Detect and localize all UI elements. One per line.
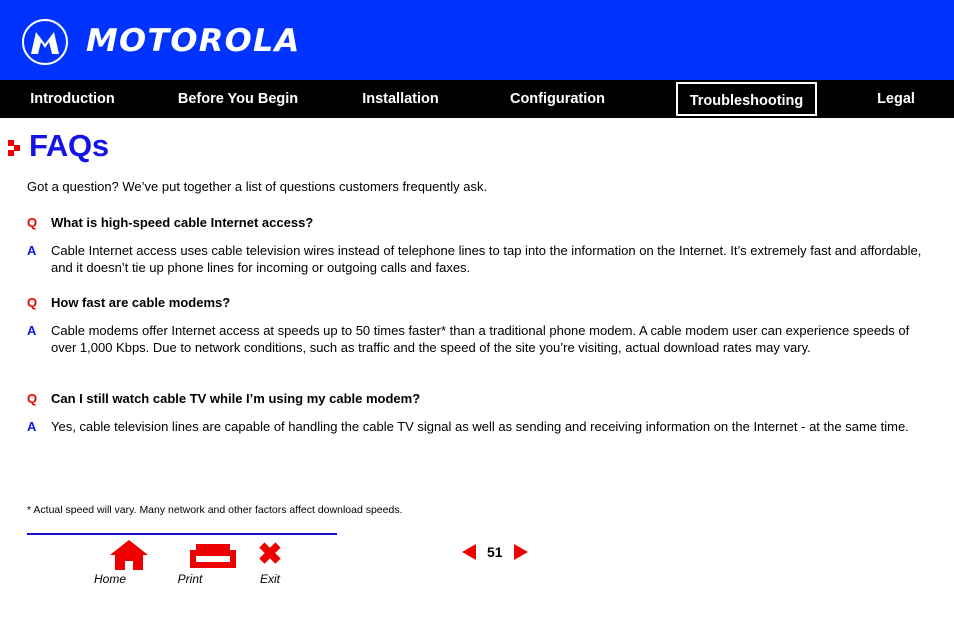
- answer-marker: A: [27, 322, 37, 338]
- faq-question-row: Q What is high-speed cable Internet acce…: [27, 214, 923, 232]
- faq-question-row: Q How fast are cable modems?: [27, 294, 923, 312]
- nav-item-configuration[interactable]: Configuration: [475, 80, 640, 118]
- question-marker: Q: [27, 391, 38, 406]
- question-marker: Q: [27, 215, 38, 230]
- faq-answer-text: Cable modems offer Internet access at sp…: [51, 322, 910, 356]
- faq-question-text: Can I still watch cable TV while I’m usi…: [51, 391, 421, 406]
- faq-item-3: Q Can I still watch cable TV while I’m u…: [27, 390, 923, 435]
- faq-question-text: What is high-speed cable Internet access…: [51, 215, 314, 230]
- home-icon: [75, 540, 148, 570]
- home-button[interactable]: Home: [75, 540, 148, 586]
- faq-answer-text: Yes, cable television lines are capable …: [51, 418, 909, 434]
- answer-marker: A: [27, 418, 37, 434]
- motorola-m-logo-icon: [22, 19, 68, 65]
- faq-answer-row: A Yes, cable television lines are capabl…: [27, 418, 923, 436]
- footer-button-group: Home Print ✖ Exit: [75, 540, 335, 590]
- nav-item-before-you-begin[interactable]: Before You Begin: [149, 80, 327, 118]
- print-button[interactable]: Print: [155, 540, 236, 586]
- exit-button[interactable]: ✖ Exit: [235, 538, 305, 587]
- faq-answer-row: A Cable Internet access uses cable telev…: [27, 242, 923, 277]
- triangle-right-icon[interactable]: [513, 544, 528, 560]
- main-navigation: Introduction Before You Begin Installati…: [0, 80, 954, 118]
- print-button-label: Print: [177, 572, 203, 586]
- footer-divider: [27, 533, 337, 535]
- page-navigation: 51: [462, 542, 528, 562]
- triangle-left-icon[interactable]: [462, 544, 476, 560]
- faq-answer-text: Cable Internet access uses cable televis…: [51, 242, 922, 276]
- page-title: FAQs: [29, 128, 109, 163]
- answer-marker: A: [27, 242, 37, 258]
- faq-question-row: Q Can I still watch cable TV while I’m u…: [27, 390, 923, 408]
- page-number: 51: [487, 544, 503, 560]
- home-button-label: Home: [93, 572, 126, 586]
- printer-icon: [155, 540, 236, 570]
- faq-question-text: How fast are cable modems?: [51, 295, 231, 310]
- faq-item-1: Q What is high-speed cable Internet acce…: [27, 214, 923, 277]
- nav-item-legal[interactable]: Legal: [850, 80, 942, 118]
- footnote-text: * Actual speed will vary. Many network a…: [27, 504, 403, 516]
- intro-paragraph: Got a question? We’ve put together a lis…: [27, 179, 488, 194]
- question-marker: Q: [27, 295, 38, 310]
- faq-answer-row: A Cable modems offer Internet access at …: [27, 322, 923, 357]
- faq-item-2: Q How fast are cable modems? A Cable mod…: [27, 294, 923, 357]
- nav-item-installation[interactable]: Installation: [335, 80, 466, 118]
- exit-button-label: Exit: [259, 572, 280, 586]
- red-arrow-bullet-icon: [8, 140, 22, 156]
- nav-item-introduction[interactable]: Introduction: [10, 80, 135, 118]
- page-title-row: FAQs: [8, 130, 109, 162]
- page-header: MOTOROLA: [0, 0, 954, 80]
- nav-item-troubleshooting[interactable]: Troubleshooting: [676, 82, 817, 116]
- close-x-icon: ✖: [257, 538, 283, 571]
- brand-wordmark: MOTOROLA: [86, 23, 301, 59]
